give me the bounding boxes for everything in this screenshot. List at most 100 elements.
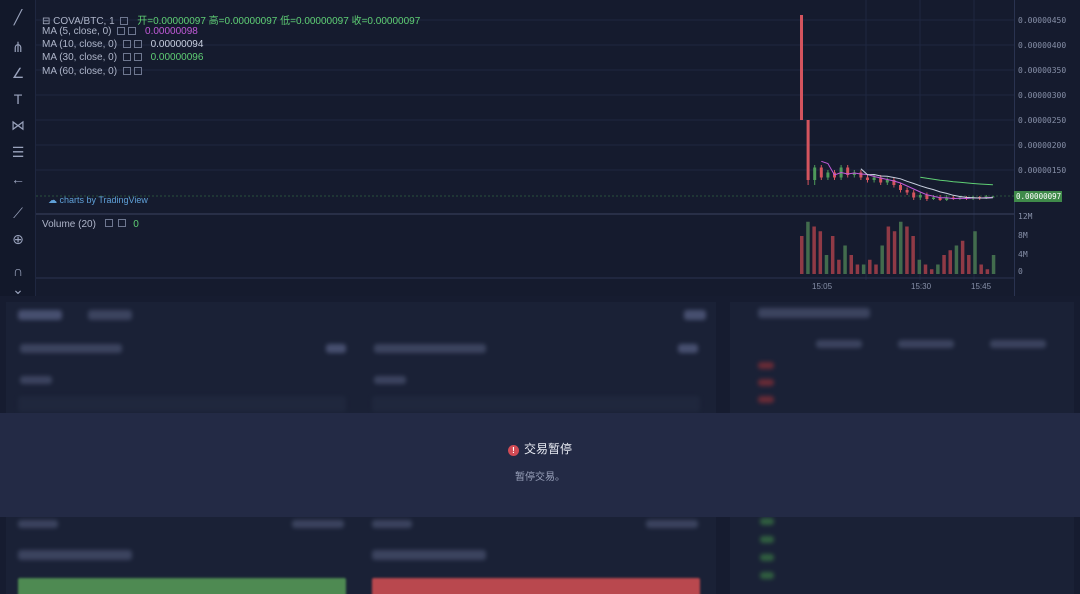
eye-icon[interactable] — [122, 53, 131, 61]
bid-row[interactable] — [760, 518, 774, 525]
fee-text — [18, 550, 132, 560]
pitchfork-icon[interactable]: ⋔ — [9, 38, 27, 56]
tab-market[interactable] — [88, 310, 132, 320]
brush-icon[interactable]: ∠ — [9, 64, 27, 82]
ma5-legend: MA (5, close, 0) 0.00000098 — [42, 26, 198, 37]
badge — [684, 310, 706, 320]
close-icon[interactable] — [128, 27, 137, 35]
magnet-icon[interactable]: ∩ — [9, 262, 27, 280]
text-icon[interactable]: T — [9, 90, 27, 108]
candle — [872, 177, 876, 180]
dialog-title-text: 交易暂停 — [523, 442, 572, 456]
balance-text — [374, 344, 486, 353]
volume-bar — [837, 259, 841, 274]
volume-bar — [985, 269, 990, 274]
candle — [932, 197, 935, 199]
cloud-icon: ☁ — [48, 195, 57, 205]
fee-text — [372, 550, 486, 560]
total-value — [646, 520, 698, 528]
volume-bar — [830, 236, 835, 274]
volume-bar — [843, 245, 847, 274]
volume-tick: 4M — [1018, 250, 1028, 259]
volume-tick: 12M — [1018, 212, 1033, 221]
bid-row[interactable] — [760, 554, 774, 561]
price-axis[interactable]: 0.00000450 0.00000400 0.00000350 0.00000… — [1014, 0, 1080, 296]
bid-row[interactable] — [760, 572, 774, 579]
measure-icon[interactable]: ☰ — [9, 143, 27, 161]
volume-bar — [800, 236, 804, 274]
price-input[interactable] — [18, 396, 346, 412]
ask-row[interactable] — [758, 396, 774, 403]
price-chart: ╱ ⋔ ∠ T ⋈ ☰ ← ⟋ ⊕ ∩ ⌄ ⊟ COVA/BTC, 1 开=0.… — [0, 0, 1080, 297]
candle — [800, 15, 803, 120]
price-tick: 0.00000400 — [1018, 41, 1067, 50]
ma10-label: MA (10, close, 0) — [42, 39, 118, 50]
volume-bar — [886, 226, 891, 274]
total-label — [18, 520, 58, 528]
volume-bar — [806, 221, 810, 274]
error-icon: ! — [507, 445, 519, 456]
price-tick: 0.00000300 — [1018, 91, 1067, 100]
pattern-icon[interactable]: ⋈ — [9, 116, 27, 134]
volume-bar — [911, 236, 915, 274]
close-icon[interactable] — [133, 40, 142, 48]
tab-limit[interactable] — [18, 310, 62, 320]
candle — [819, 167, 823, 178]
candle — [885, 180, 889, 183]
volume-bar — [818, 231, 823, 274]
volume-bar — [929, 269, 934, 274]
candle — [859, 172, 863, 178]
credit-text: charts by TradingView — [59, 195, 148, 205]
ma5-value: 0.00000098 — [145, 26, 198, 37]
volume-label: Volume (20) — [42, 219, 96, 230]
volume-value: 0 — [133, 219, 139, 230]
ask-row[interactable] — [758, 362, 774, 369]
price-tick: 0.00000200 — [1018, 141, 1067, 150]
deposit-link[interactable] — [678, 344, 698, 353]
volume-bar — [923, 264, 928, 274]
volume-bar — [861, 264, 866, 274]
candle — [899, 185, 902, 190]
candle — [813, 167, 817, 180]
ruler-icon[interactable]: ⟋ — [9, 204, 27, 222]
eye-icon[interactable] — [117, 27, 126, 35]
ma30-legend: MA (30, close, 0) 0.00000096 — [42, 52, 203, 63]
buy-button[interactable] — [18, 578, 346, 594]
volume-bar — [849, 255, 853, 274]
settings-icon[interactable] — [120, 17, 129, 25]
tradingview-credit[interactable]: ☁ charts by TradingView — [48, 195, 148, 206]
col-header — [990, 340, 1046, 348]
zoom-icon[interactable]: ⊕ — [9, 230, 27, 248]
volume-bars — [800, 221, 996, 274]
trend-line-icon[interactable]: ╱ — [9, 8, 27, 26]
volume-bar — [942, 255, 946, 274]
volume-bar — [954, 245, 959, 274]
sell-button[interactable] — [372, 578, 700, 594]
close-icon[interactable] — [118, 219, 127, 227]
eye-icon[interactable] — [104, 219, 113, 227]
col-header — [898, 340, 954, 348]
volume-bar — [824, 255, 829, 274]
total-value — [292, 520, 344, 528]
volume-bar — [874, 264, 878, 274]
eye-icon[interactable] — [122, 67, 131, 75]
deposit-link[interactable] — [326, 344, 346, 353]
balance-text — [20, 344, 122, 353]
volume-bar — [991, 255, 996, 274]
back-arrow-icon[interactable]: ← — [9, 170, 27, 188]
candle — [866, 177, 869, 180]
volume-bar — [880, 245, 884, 274]
eye-icon[interactable] — [122, 40, 131, 48]
close-icon[interactable] — [133, 67, 142, 75]
ask-row[interactable] — [758, 379, 774, 386]
candle — [925, 195, 929, 199]
time-tick: 15:05 — [812, 282, 833, 291]
bid-row[interactable] — [760, 536, 774, 543]
close-icon[interactable] — [133, 53, 142, 61]
volume-bar — [967, 255, 971, 274]
volume-bar — [960, 240, 965, 274]
volume-bar — [905, 226, 909, 274]
volume-bar — [899, 221, 903, 274]
total-label — [372, 520, 412, 528]
price-input[interactable] — [372, 396, 700, 412]
